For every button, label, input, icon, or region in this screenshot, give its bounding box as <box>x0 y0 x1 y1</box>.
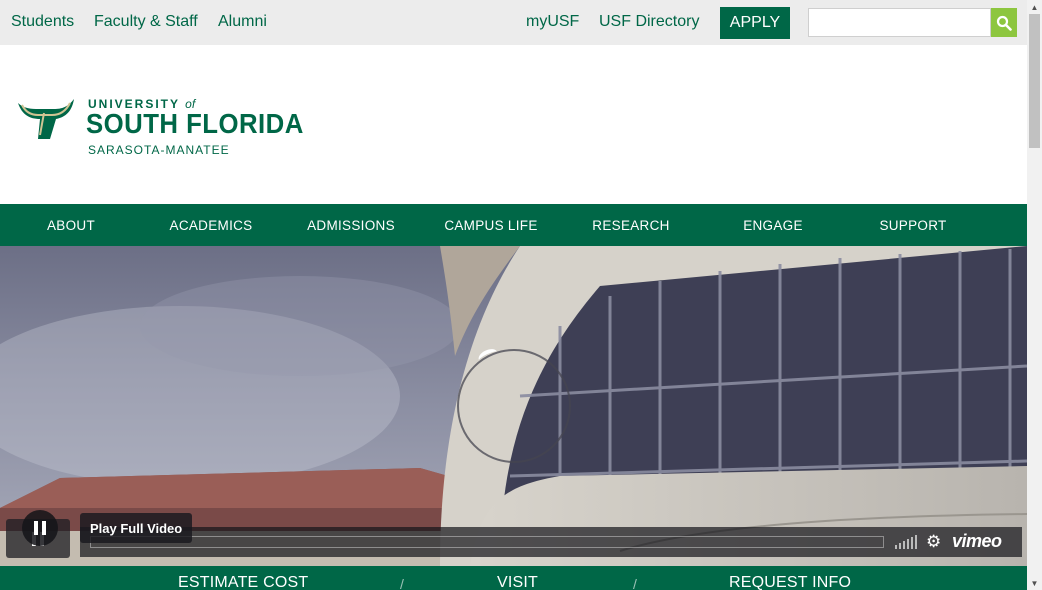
nav-item-research[interactable]: RESEARCH <box>561 204 701 246</box>
nav-item-support[interactable]: SUPPORT <box>843 204 983 246</box>
play-full-video-button[interactable]: Play Full Video <box>80 513 193 543</box>
logo-south-florida-text: SOUTH FLORIDA <box>86 108 304 139</box>
settings-gear-icon[interactable]: ⚙ <box>926 533 944 551</box>
utility-bar: Students Faculty & Staff Alumni myUSF US… <box>0 0 1027 45</box>
vimeo-logo[interactable]: vimeo <box>952 531 1002 552</box>
bull-horns-icon <box>18 99 74 139</box>
page-scrollbar[interactable]: ▲ ▼ <box>1027 0 1042 590</box>
link-faculty-staff[interactable]: Faculty & Staff <box>94 13 198 31</box>
link-alumni[interactable]: Alumni <box>218 13 267 31</box>
search-icon <box>996 15 1012 31</box>
link-students[interactable]: Students <box>11 13 74 31</box>
search-button[interactable] <box>991 8 1017 37</box>
nav-item-admissions[interactable]: ADMISSIONS <box>281 204 421 246</box>
nav-item-campus-life[interactable]: CAMPUS LIFE <box>421 204 561 246</box>
link-myusf[interactable]: myUSF <box>526 13 579 31</box>
loading-spinner <box>457 349 571 463</box>
video-controls-bar: ⚙ vimeo <box>80 527 1022 557</box>
search-input[interactable] <box>808 8 991 37</box>
pause-icon <box>34 521 46 535</box>
site-header: UNIVERSITY of SOUTH FLORIDA SARASOTA-MAN… <box>0 45 1027 204</box>
apply-button[interactable]: APPLY <box>720 7 790 39</box>
logo-campus-text: SARASOTA-MANATEE <box>88 143 230 157</box>
link-usf-directory[interactable]: USF Directory <box>599 13 699 31</box>
scroll-thumb[interactable] <box>1029 14 1040 148</box>
cta-visit[interactable]: VISIT <box>497 574 538 590</box>
main-nav: ABOUT ACADEMICS ADMISSIONS CAMPUS LIFE R… <box>0 204 1027 246</box>
cta-request-info[interactable]: REQUEST INFO <box>729 574 851 590</box>
pause-button[interactable] <box>22 510 58 546</box>
nav-item-about[interactable]: ABOUT <box>1 204 141 246</box>
nav-item-academics[interactable]: ACADEMICS <box>141 204 281 246</box>
video-player[interactable]: ⚙ vimeo Play Full Video <box>0 246 1027 566</box>
cta-bar: ESTIMATE COST / VISIT / REQUEST INFO <box>0 566 1027 590</box>
cta-divider: / <box>633 576 637 590</box>
scroll-up-arrow-icon[interactable]: ▲ <box>1027 0 1042 14</box>
volume-icon[interactable] <box>895 535 917 549</box>
nav-item-engage[interactable]: ENGAGE <box>703 204 843 246</box>
scroll-down-arrow-icon[interactable]: ▼ <box>1027 576 1042 590</box>
cta-estimate-cost[interactable]: ESTIMATE COST <box>178 574 308 590</box>
video-progress-track[interactable] <box>90 536 884 548</box>
usf-logo[interactable]: UNIVERSITY of SOUTH FLORIDA SARASOTA-MAN… <box>16 93 303 159</box>
cta-divider: / <box>400 576 404 590</box>
